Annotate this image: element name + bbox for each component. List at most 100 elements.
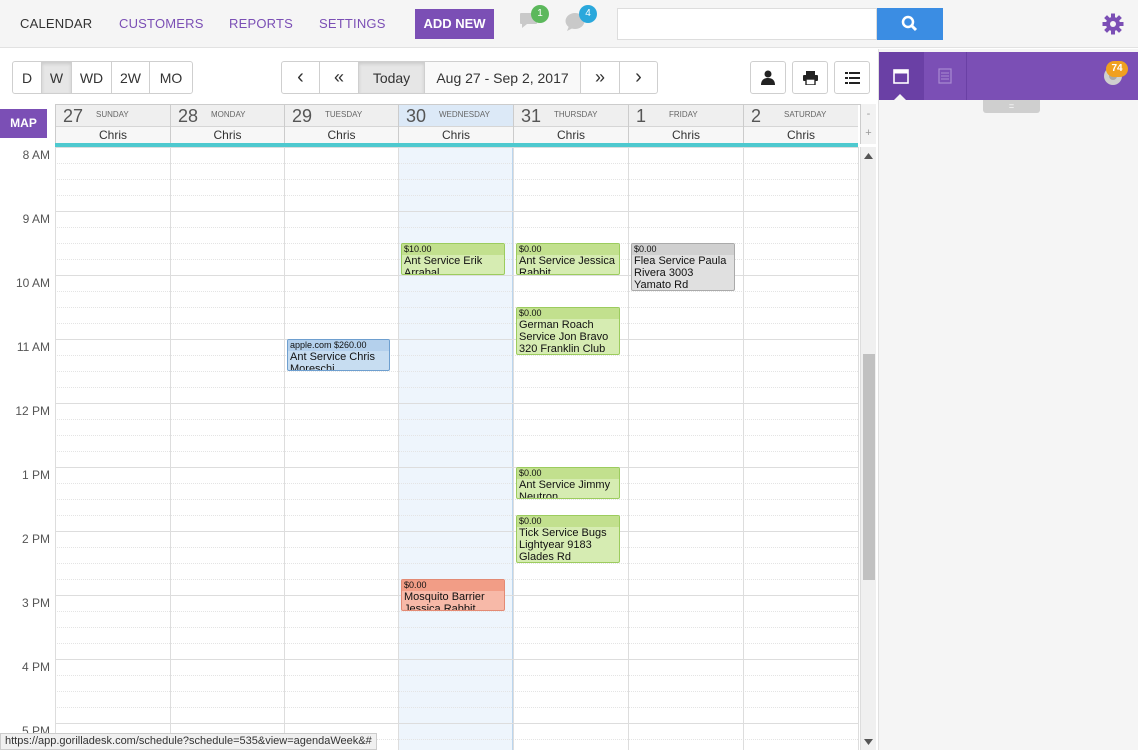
time-label: 4 PM	[21, 660, 50, 674]
day-header[interactable]: 31 THURSDAY Chris	[513, 105, 628, 145]
date-range: Aug 27 - Sep 2, 2017	[425, 62, 581, 93]
day-name: WEDNESDAY	[439, 110, 490, 119]
time-label: 3 PM	[21, 596, 50, 610]
today-button[interactable]: Today	[359, 62, 425, 93]
day-header[interactable]: 29 TUESDAY Chris	[284, 105, 398, 145]
time-label: 9 AM	[22, 212, 50, 226]
event-card[interactable]: apple.com $260.00 Ant Service Chris More…	[287, 339, 390, 371]
day-header-today[interactable]: 30 WEDNESDAY Chris	[398, 105, 513, 145]
settings-button[interactable]	[1102, 13, 1124, 38]
event-title: German Roach Service Jon Bravo 320 Frank…	[519, 319, 609, 355]
printer-icon	[802, 70, 818, 85]
event-card[interactable]: $0.00 Flea Service Paula Rivera 3003 Yam…	[631, 243, 735, 291]
scroll-up-icon[interactable]	[864, 153, 873, 159]
day-header[interactable]: 1 FRIDAY Chris	[628, 105, 743, 145]
user-filter-button[interactable]	[750, 61, 786, 94]
event-card[interactable]: $0.00 Ant Service Jessica Rabbit	[516, 243, 620, 275]
view-workweek-button[interactable]: WD	[72, 62, 112, 93]
prev-button[interactable]: ‹	[282, 62, 320, 93]
list-view-button[interactable]	[834, 61, 870, 94]
calendar-icon	[893, 69, 909, 84]
view-2week-button[interactable]: 2W	[112, 62, 150, 93]
view-month-button[interactable]: MO	[150, 62, 192, 93]
event-title: Ant Service Chris Moreschi	[290, 351, 375, 371]
event-card[interactable]: $10.00 Ant Service Erik Arrabal	[401, 243, 505, 275]
day-header[interactable]: 2 SATURDAY Chris	[743, 105, 858, 145]
scroll-down-icon[interactable]	[864, 739, 873, 745]
event-amount: $0.00	[632, 244, 734, 255]
next-fast-button[interactable]: »	[581, 62, 620, 93]
event-title: Ant Service Jimmy Neutron	[519, 479, 611, 499]
tab-list[interactable]	[923, 52, 967, 100]
right-panel-header: 74	[879, 52, 1138, 101]
day-number: 30	[406, 106, 427, 126]
day-name: TUESDAY	[325, 110, 363, 119]
event-card[interactable]: $0.00 Tick Service Bugs Lightyear 9183 G…	[516, 515, 620, 563]
add-new-button[interactable]: ADD NEW	[415, 9, 494, 39]
day-name: FRIDAY	[669, 110, 698, 119]
nav-reports[interactable]: REPORTS	[229, 16, 293, 31]
event-title: Ant Service Jessica Rabbit	[519, 255, 615, 275]
print-button[interactable]	[792, 61, 828, 94]
time-label: 11 AM	[16, 340, 50, 354]
next-button[interactable]: ›	[620, 62, 657, 93]
event-amount: $0.00	[517, 308, 619, 319]
event-amount: $0.00	[517, 468, 619, 479]
view-switcher: D W WD 2W MO	[12, 61, 193, 94]
prev-fast-button[interactable]: «	[320, 62, 359, 93]
event-amount: apple.com $260.00	[288, 340, 389, 351]
time-label: 1 PM	[21, 468, 50, 482]
user-icon	[761, 70, 775, 85]
status-bar-url: https://app.gorilladesk.com/schedule?sch…	[0, 733, 377, 750]
event-card[interactable]: $0.00 German Roach Service Jon Bravo 320…	[516, 307, 620, 355]
time-label: 12 PM	[15, 404, 50, 418]
scrollbar-thumb[interactable]	[863, 354, 875, 580]
calendar-toolbar: D W WD 2W MO ‹ « Today Aug 27 - Sep 2, 2…	[0, 49, 878, 104]
event-title: Ant Service Erik Arrabal	[404, 255, 483, 275]
nav-customers[interactable]: CUSTOMERS	[119, 16, 204, 31]
event-title: Flea Service Paula Rivera 3003 Yamato Rd	[634, 255, 727, 291]
gear-icon	[1102, 13, 1124, 35]
right-panel: 74 =	[878, 49, 1138, 750]
zoom-controls: - +	[860, 104, 876, 144]
day-number: 28	[178, 106, 199, 126]
day-number: 27	[63, 106, 84, 126]
day-number: 1	[636, 106, 647, 126]
event-card[interactable]: $0.00 Mosquito Barrier Jessica Rabbit	[401, 579, 505, 611]
messages-badge: 1	[531, 5, 549, 23]
event-amount: $10.00	[402, 244, 504, 255]
day-name: SUNDAY	[96, 110, 129, 119]
time-axis: 8 AM 9 AM 10 AM 11 AM 12 PM 1 PM 2 PM 3 …	[0, 147, 55, 750]
date-navigator: ‹ « Today Aug 27 - Sep 2, 2017 » ›	[281, 61, 658, 94]
map-button[interactable]: MAP	[0, 109, 47, 138]
day-number: 29	[292, 106, 313, 126]
view-week-button[interactable]: W	[42, 62, 72, 93]
panel-resize-handle[interactable]: =	[983, 100, 1040, 113]
zoom-out-button[interactable]: -	[861, 104, 876, 124]
document-list-icon	[938, 68, 952, 84]
calendar-header: 27 SUNDAY Chris 28 MONDAY Chris 29 TUESDAY …	[55, 104, 860, 145]
top-nav: CALENDAR CUSTOMERS REPORTS SETTINGS ADD …	[0, 0, 1138, 48]
day-header[interactable]: 27 SUNDAY Chris	[55, 105, 170, 145]
zoom-in-button[interactable]: +	[861, 124, 876, 144]
tab-calendar[interactable]	[879, 52, 923, 100]
day-name: MONDAY	[211, 110, 246, 119]
day-name: SATURDAY	[784, 110, 827, 119]
calendar-grid[interactable]: 8 AM 9 AM 10 AM 11 AM 12 PM 1 PM 2 PM 3 …	[0, 147, 860, 750]
event-title: Tick Service Bugs Lightyear 9183 Glades …	[519, 527, 607, 563]
list-icon	[844, 71, 860, 84]
day-header[interactable]: 28 MONDAY Chris	[170, 105, 284, 145]
day-number: 31	[521, 106, 542, 126]
event-title: Mosquito Barrier Jessica Rabbit	[404, 591, 485, 611]
event-amount: $0.00	[402, 580, 504, 591]
nav-settings[interactable]: SETTINGS	[319, 16, 386, 31]
time-label: 10 AM	[15, 276, 50, 290]
search-input[interactable]	[617, 8, 877, 40]
active-tab-caret-icon	[893, 94, 907, 101]
calendar-scrollbar[interactable]	[860, 147, 876, 750]
event-amount: $0.00	[517, 516, 619, 527]
search-button[interactable]	[877, 8, 943, 40]
event-card[interactable]: $0.00 Ant Service Jimmy Neutron	[516, 467, 620, 499]
nav-calendar[interactable]: CALENDAR	[20, 16, 92, 31]
view-day-button[interactable]: D	[13, 62, 42, 93]
